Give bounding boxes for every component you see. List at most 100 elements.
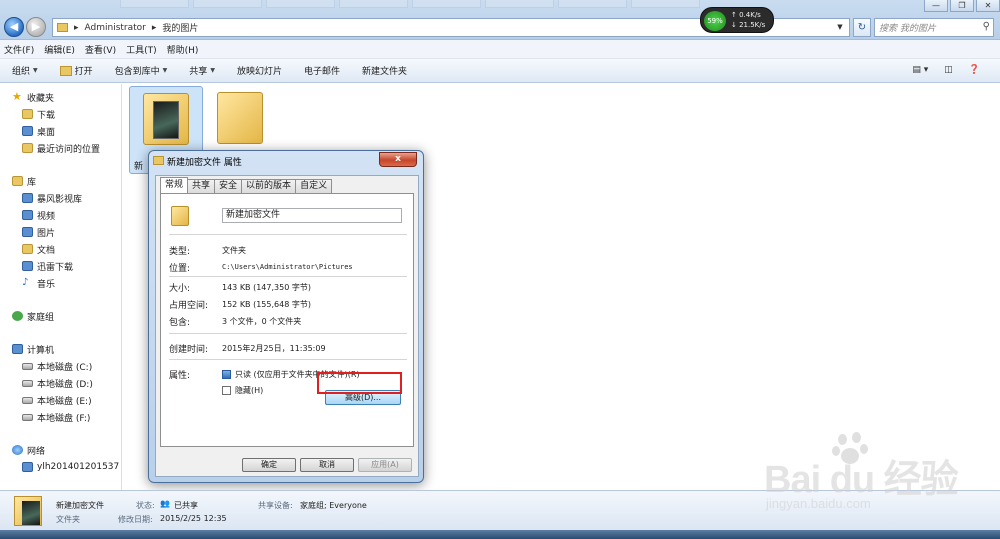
file-item-label: 新	[134, 162, 144, 172]
nav-network[interactable]: 网络	[12, 443, 45, 457]
menu-view[interactable]: 查看(V)	[85, 43, 116, 56]
chevron-down-icon: ▼	[162, 67, 168, 74]
taskbar	[0, 530, 1000, 539]
nav-item-label: 图片	[37, 228, 56, 239]
nav-item-drive-e[interactable]: 本地磁盘 (E:)	[22, 393, 92, 407]
share-button[interactable]: 共享 ▼	[189, 64, 215, 77]
detail-share-key: 共享设备:	[258, 501, 293, 510]
close-window-button[interactable]: ✕	[976, 0, 1000, 12]
forward-button[interactable]: ▶	[26, 17, 46, 37]
drive-icon	[22, 362, 33, 370]
size-value: 143 KB (147,350 字节)	[222, 283, 311, 292]
detail-state-value: 已共享	[174, 501, 198, 510]
nav-item-drive-c[interactable]: 本地磁盘 (C:)	[22, 359, 92, 373]
nav-computer[interactable]: 计算机	[12, 342, 54, 356]
chevron-down-icon: ▼	[33, 67, 38, 74]
nav-item-thunder[interactable]: 迅雷下载	[22, 259, 73, 273]
breadcrumb-administrator[interactable]: Administrator	[85, 23, 146, 33]
tab-general[interactable]: 常规	[160, 177, 189, 193]
network-icon	[12, 445, 23, 455]
open-button[interactable]: 打开	[59, 64, 93, 77]
nav-homegroup[interactable]: 家庭组	[12, 309, 54, 323]
preview-pane-icon[interactable]: ◫	[944, 65, 953, 75]
nav-item-documents[interactable]: 文档	[22, 242, 55, 256]
help-icon[interactable]: ❓	[969, 65, 980, 75]
maximize-button[interactable]: ❐	[950, 0, 974, 12]
nav-libraries[interactable]: 库	[12, 174, 36, 188]
menu-edit[interactable]: 编辑(E)	[44, 43, 75, 56]
include-library-button[interactable]: 包含到库中 ▼	[115, 64, 168, 77]
address-dropdown-icon[interactable]: ▼	[833, 19, 847, 36]
drive-icon	[22, 413, 33, 421]
nav-network-label: 网络	[27, 446, 46, 457]
nav-item-label: 音乐	[37, 279, 56, 290]
divider	[169, 359, 407, 360]
cancel-button[interactable]: 取消	[300, 458, 354, 472]
nav-item-drive-d[interactable]: 本地磁盘 (D:)	[22, 376, 93, 390]
nav-item-network-pc[interactable]: ylh201401201537	[22, 460, 119, 474]
disk-size-value: 152 KB (155,648 字节)	[222, 300, 311, 309]
detail-modified-key: 修改日期:	[118, 515, 153, 524]
menu-help[interactable]: 帮助(H)	[167, 43, 199, 56]
video-library-icon	[22, 193, 33, 203]
type-value: 文件夹	[222, 246, 246, 255]
ok-button[interactable]: 确定	[242, 458, 296, 472]
minimize-button[interactable]: —	[924, 0, 948, 12]
dialog-body: 常规 共享 安全 以前的版本 自定义 新建加密文件 类型: 文件夹 位置: C:…	[155, 175, 419, 477]
folder-name-input[interactable]: 新建加密文件	[222, 208, 402, 223]
view-options-icon[interactable]: ▤ ▾	[912, 65, 928, 75]
slideshow-button[interactable]: 放映幻灯片	[237, 64, 282, 77]
nav-item-downloads[interactable]: 下载	[22, 107, 55, 121]
nav-computer-label: 计算机	[27, 345, 55, 356]
hidden-label[interactable]: 隐藏(H)	[235, 385, 263, 396]
nav-favorites[interactable]: ★ 收藏夹	[12, 90, 54, 104]
detail-name: 新建加密文件	[56, 501, 104, 510]
folder-thumbnail	[153, 101, 179, 139]
detail-modified-value: 2015/2/25 12:35	[160, 514, 227, 523]
nav-item-drive-f[interactable]: 本地磁盘 (F:)	[22, 410, 90, 424]
nav-item-pictures[interactable]: 图片	[22, 225, 55, 239]
nav-item-label: 文档	[37, 245, 56, 256]
organize-button[interactable]: 组织 ▼	[12, 64, 38, 77]
dialog-close-button[interactable]: x	[379, 152, 417, 167]
nav-item-music[interactable]: ♪ 音乐	[22, 276, 55, 290]
refresh-button[interactable]: ↻	[853, 18, 871, 37]
back-button[interactable]: ◀	[4, 17, 24, 37]
menu-file[interactable]: 文件(F)	[4, 43, 34, 56]
breadcrumb-my-pictures[interactable]: 我的图片	[162, 21, 198, 34]
tab-security[interactable]: 安全	[214, 179, 243, 193]
menu-tools[interactable]: 工具(T)	[126, 43, 157, 56]
arrow-up-icon: ↑	[731, 11, 740, 19]
download-value: 21.5K/s	[739, 21, 766, 29]
search-input[interactable]: 搜索 我的图片 ⚲	[874, 18, 994, 37]
chevron-down-icon: ▼	[210, 67, 215, 74]
desktop-icon	[22, 126, 33, 136]
network-speed-widget: 59% ↑ 0.4K/s ↓ 21.5K/s	[700, 7, 774, 33]
nav-item-baofeng[interactable]: 暴风影视库	[22, 191, 82, 205]
drive-icon	[22, 379, 33, 387]
properties-dialog: 新建加密文件 属性 x 常规 共享 安全 以前的版本 自定义 新建加密文件 类型…	[148, 150, 424, 483]
nav-item-label: 迅雷下载	[37, 262, 74, 273]
apply-button[interactable]: 应用(A)	[358, 458, 412, 472]
dialog-title: 新建加密文件 属性	[167, 158, 242, 168]
readonly-checkbox[interactable]	[222, 370, 231, 379]
tab-customize[interactable]: 自定义	[295, 179, 333, 193]
hidden-checkbox[interactable]	[222, 386, 231, 395]
command-toolbar: 组织 ▼ 打开 包含到库中 ▼ 共享 ▼ 放映幻灯片 电子邮件 新建文件夹 ▤ ▾ ◫…	[0, 59, 1000, 83]
new-folder-button[interactable]: 新建文件夹	[362, 64, 407, 77]
nav-item-label: 视频	[37, 211, 56, 222]
nav-item-label: 本地磁盘 (E:)	[37, 396, 92, 407]
nav-item-desktop[interactable]: 桌面	[22, 124, 55, 138]
window-controls: — ❐ ✕	[924, 0, 1000, 14]
nav-item-videos[interactable]: 视频	[22, 208, 55, 222]
nav-item-label: 本地磁盘 (C:)	[37, 362, 93, 373]
arrow-down-icon: ↓	[731, 21, 740, 29]
tab-sharing[interactable]: 共享	[187, 179, 216, 193]
nav-item-recent[interactable]: 最近访问的位置	[22, 141, 100, 155]
type-label: 类型:	[169, 247, 191, 257]
email-button[interactable]: 电子邮件	[304, 64, 340, 77]
watermark-url: jingyan.baidu.com	[766, 496, 871, 511]
tab-previous-versions[interactable]: 以前的版本	[241, 179, 297, 193]
library-icon	[12, 176, 23, 186]
documents-icon	[22, 244, 33, 254]
